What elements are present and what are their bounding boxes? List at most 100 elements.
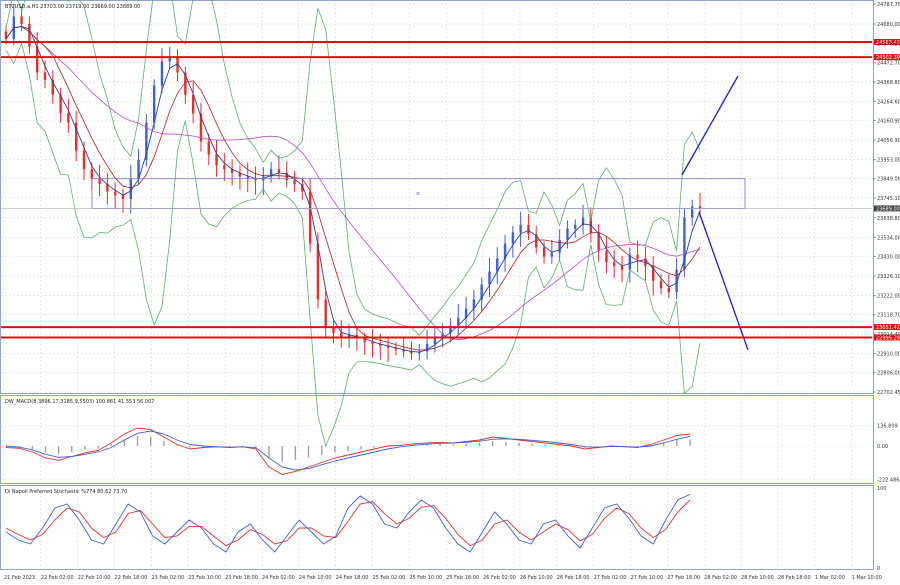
time-label: 27 Feb 10:00 [630, 575, 663, 581]
macd-axis-label: 136.809 [877, 423, 898, 429]
price-label: 23638.80 [877, 216, 900, 222]
candle-body [340, 332, 343, 337]
macd-axis-label: 0.00 [877, 444, 888, 450]
price-label: 23534.00 [877, 235, 900, 241]
time-label: 23 Feb 10:00 [188, 575, 221, 581]
candle-body [574, 224, 577, 229]
candle-body [613, 262, 616, 266]
stochastic-panel[interactable] [0, 485, 874, 570]
price-label: 23430.00 [877, 255, 900, 261]
candle-body [82, 150, 86, 170]
candle-body [558, 239, 561, 253]
time-label: 1 Mar 02:00 [815, 575, 845, 581]
time-label: 25 Feb 02:00 [373, 575, 406, 581]
candle-body [113, 191, 117, 196]
candle-body [293, 180, 296, 185]
candle-body [519, 224, 522, 233]
time-label: 28 Feb 10:00 [741, 575, 774, 581]
candle-body [277, 169, 281, 173]
price-label: 23014.40 [877, 332, 900, 338]
macd-axis-label: -222.486 [877, 477, 899, 483]
candle-body [605, 251, 608, 263]
time-label: 24 Feb 18:00 [336, 575, 369, 581]
level-tag-label: 23051.42 [876, 325, 900, 331]
candle-body [620, 265, 624, 270]
candle-body [168, 57, 171, 62]
price-label: 23118.70 [877, 313, 900, 319]
macd-title: DW_MACD(8,3896.17,3185.9,5503) 100.861 4… [5, 399, 154, 405]
candle-body [550, 252, 554, 257]
candle-body [191, 94, 195, 114]
chart-window[interactable]: 24583.43 24502.39 23051.42 22995.29 23689.00… [0, 0, 900, 585]
price-label: 24160.90 [877, 119, 900, 125]
price-label: 23326.10 [877, 274, 900, 280]
macd-panel[interactable] [0, 395, 874, 484]
price-label: 22806.00 [877, 371, 900, 377]
time-label: 24 Feb 02:00 [262, 575, 295, 581]
time-label: 28 Feb 18:00 [778, 575, 811, 581]
candle-body [20, 16, 23, 25]
time-label: 23 Feb 18:00 [225, 575, 258, 581]
price-label: 23745.10 [877, 196, 900, 202]
candle-body [628, 254, 632, 270]
price-label: 24264.60 [877, 99, 900, 105]
stochastic-title: Di Napoli Preferred Stochastic %774 80.6… [5, 489, 127, 495]
candle-body [215, 154, 218, 166]
time-label: 22 Feb 18:00 [115, 575, 148, 581]
symbol-info-text: BTCUSD.a,H1 23703.00 23719.00 23669.00 2… [5, 4, 140, 10]
candle-body [527, 224, 530, 235]
candle-body [488, 271, 491, 285]
candle-body [121, 195, 125, 199]
time-label: 22 Feb 02:00 [41, 575, 74, 581]
price-label: 24680.00 [877, 22, 900, 28]
stochastic-axis-label: 100 [877, 486, 887, 492]
price-label: 24472.70 [877, 61, 900, 67]
time-label: 26 Feb 02:00 [483, 575, 516, 581]
candle-body [433, 338, 437, 345]
candle-body [246, 176, 249, 179]
candle-body [371, 342, 374, 345]
time-label: 1 Mar 10:00 [852, 575, 882, 581]
trading-chart-svg[interactable]: 24583.4324502.3923051.4222995.2923689.00… [0, 0, 900, 585]
price-label: 24787.75 [877, 2, 900, 8]
time-label: 26 Feb 18:00 [557, 575, 590, 581]
candle-body [28, 24, 31, 47]
candle-body [332, 327, 335, 333]
candle-body [667, 288, 671, 292]
candle-body [67, 113, 70, 123]
price-label: 23849.00 [877, 177, 900, 183]
price-label: 24056.90 [877, 138, 900, 144]
price-label: 24576.50 [877, 41, 900, 47]
price-label: 23953.00 [877, 157, 900, 163]
time-label: 25 Feb 10:00 [409, 575, 442, 581]
candle-body [324, 299, 327, 328]
candle-body [207, 141, 210, 155]
candle-body [511, 232, 515, 244]
price-label: 22910.00 [877, 351, 900, 357]
candle-body [160, 61, 164, 86]
time-label: 27 Feb 02:00 [594, 575, 627, 581]
candle-body [659, 280, 663, 289]
time-label: 23 Feb 02:00 [151, 575, 184, 581]
candle-body [98, 178, 101, 185]
candle-body [566, 228, 569, 240]
time-label: 27 Feb 18:00 [667, 575, 700, 581]
current-price-label: 23689.00 [876, 206, 900, 212]
time-label: 25 Feb 18:00 [446, 575, 479, 581]
candle-body [636, 254, 639, 259]
candle-body [542, 247, 546, 257]
candle-body [223, 165, 226, 170]
price-label: 22702.45 [877, 390, 900, 396]
time-label: 28 Feb 02:00 [704, 575, 737, 581]
candle-body [129, 178, 132, 199]
candle-body [90, 169, 93, 179]
stochastic-axis-label: 0 [877, 566, 880, 572]
time-label: 22 Feb 10:00 [78, 575, 111, 581]
time-label: 24 Feb 10:00 [299, 575, 332, 581]
candle-body [43, 72, 47, 80]
candle-body [308, 191, 312, 244]
candle-body [152, 85, 156, 123]
time-label: 26 Feb 10:00 [520, 575, 553, 581]
time-label: 21 Feb 2023 [4, 575, 35, 581]
price-label: 24368.80 [877, 80, 900, 86]
